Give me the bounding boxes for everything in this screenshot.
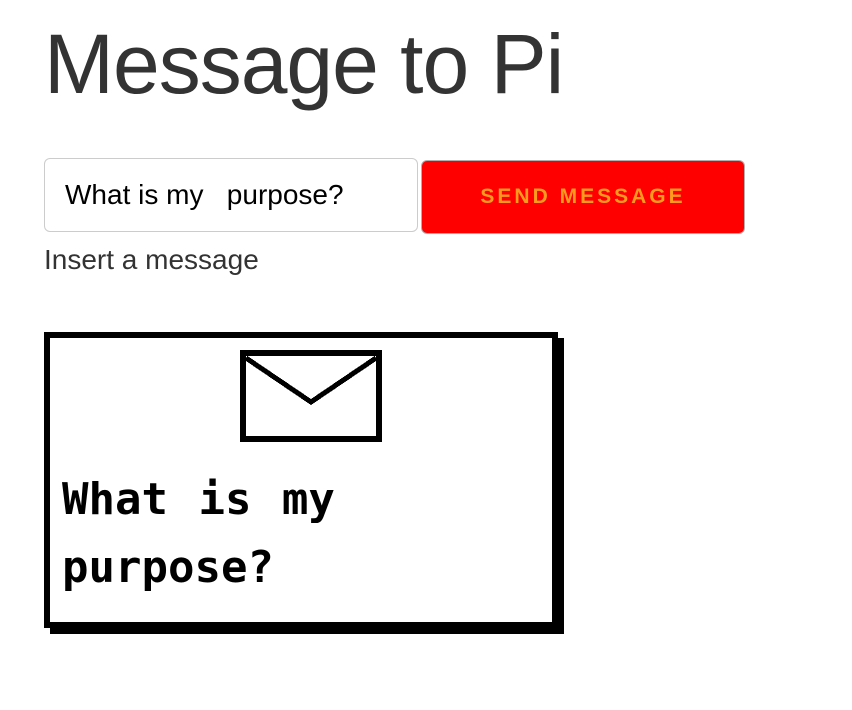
- message-display: What is my purpose?: [44, 332, 558, 628]
- input-help-text: Insert a message: [44, 244, 259, 275]
- message-input[interactable]: [44, 158, 418, 232]
- envelope-icon: [240, 350, 382, 442]
- display-message-text: What is my purpose?: [62, 474, 335, 593]
- page-title: Message to Pi: [44, 17, 564, 111]
- send-message-button[interactable]: Send Message: [421, 160, 745, 234]
